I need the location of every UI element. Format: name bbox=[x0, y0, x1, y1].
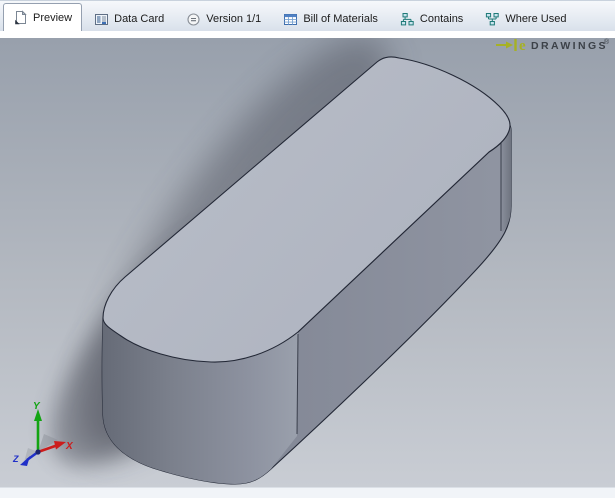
tab-where-used[interactable]: Where Used bbox=[475, 6, 576, 31]
tab-data-card[interactable]: Data Card bbox=[84, 6, 174, 31]
bill-of-materials-icon bbox=[283, 12, 298, 27]
preview-tab-bar: Preview Data Card Version 1/1 bbox=[0, 0, 615, 31]
edrawings-preview-window: Preview Data Card Version 1/1 bbox=[0, 0, 615, 498]
preview-icon bbox=[13, 10, 28, 25]
tab-contains[interactable]: Contains bbox=[390, 6, 473, 31]
logo-wordmark: DRAWINGS bbox=[531, 40, 608, 52]
status-strip bbox=[0, 487, 615, 498]
tab-bill-of-materials[interactable]: Bill of Materials bbox=[273, 6, 388, 31]
data-card-icon bbox=[94, 12, 109, 27]
logo-registered-mark: ® bbox=[604, 38, 610, 46]
tab-preview[interactable]: Preview bbox=[3, 3, 82, 31]
edrawings-3d-viewport[interactable]: e DRAWINGS ® Y X Z bbox=[0, 38, 615, 487]
logo-e: e bbox=[519, 38, 526, 54]
tab-pane-edge bbox=[0, 31, 615, 38]
version-icon bbox=[186, 12, 201, 27]
where-used-icon bbox=[485, 12, 500, 27]
tab-version[interactable]: Version 1/1 bbox=[176, 6, 271, 31]
tab-label: Data Card bbox=[114, 13, 164, 25]
tab-label: Preview bbox=[33, 12, 72, 24]
tab-label: Bill of Materials bbox=[303, 13, 378, 25]
triad-z-label: Z bbox=[12, 454, 19, 464]
tab-label: Where Used bbox=[505, 13, 566, 25]
triad-x-label: X bbox=[65, 441, 74, 452]
contains-icon bbox=[400, 12, 415, 27]
tab-label: Version 1/1 bbox=[206, 13, 261, 25]
cad-model-canvas[interactable]: e DRAWINGS ® Y X Z bbox=[0, 38, 615, 487]
tab-label: Contains bbox=[420, 13, 463, 25]
